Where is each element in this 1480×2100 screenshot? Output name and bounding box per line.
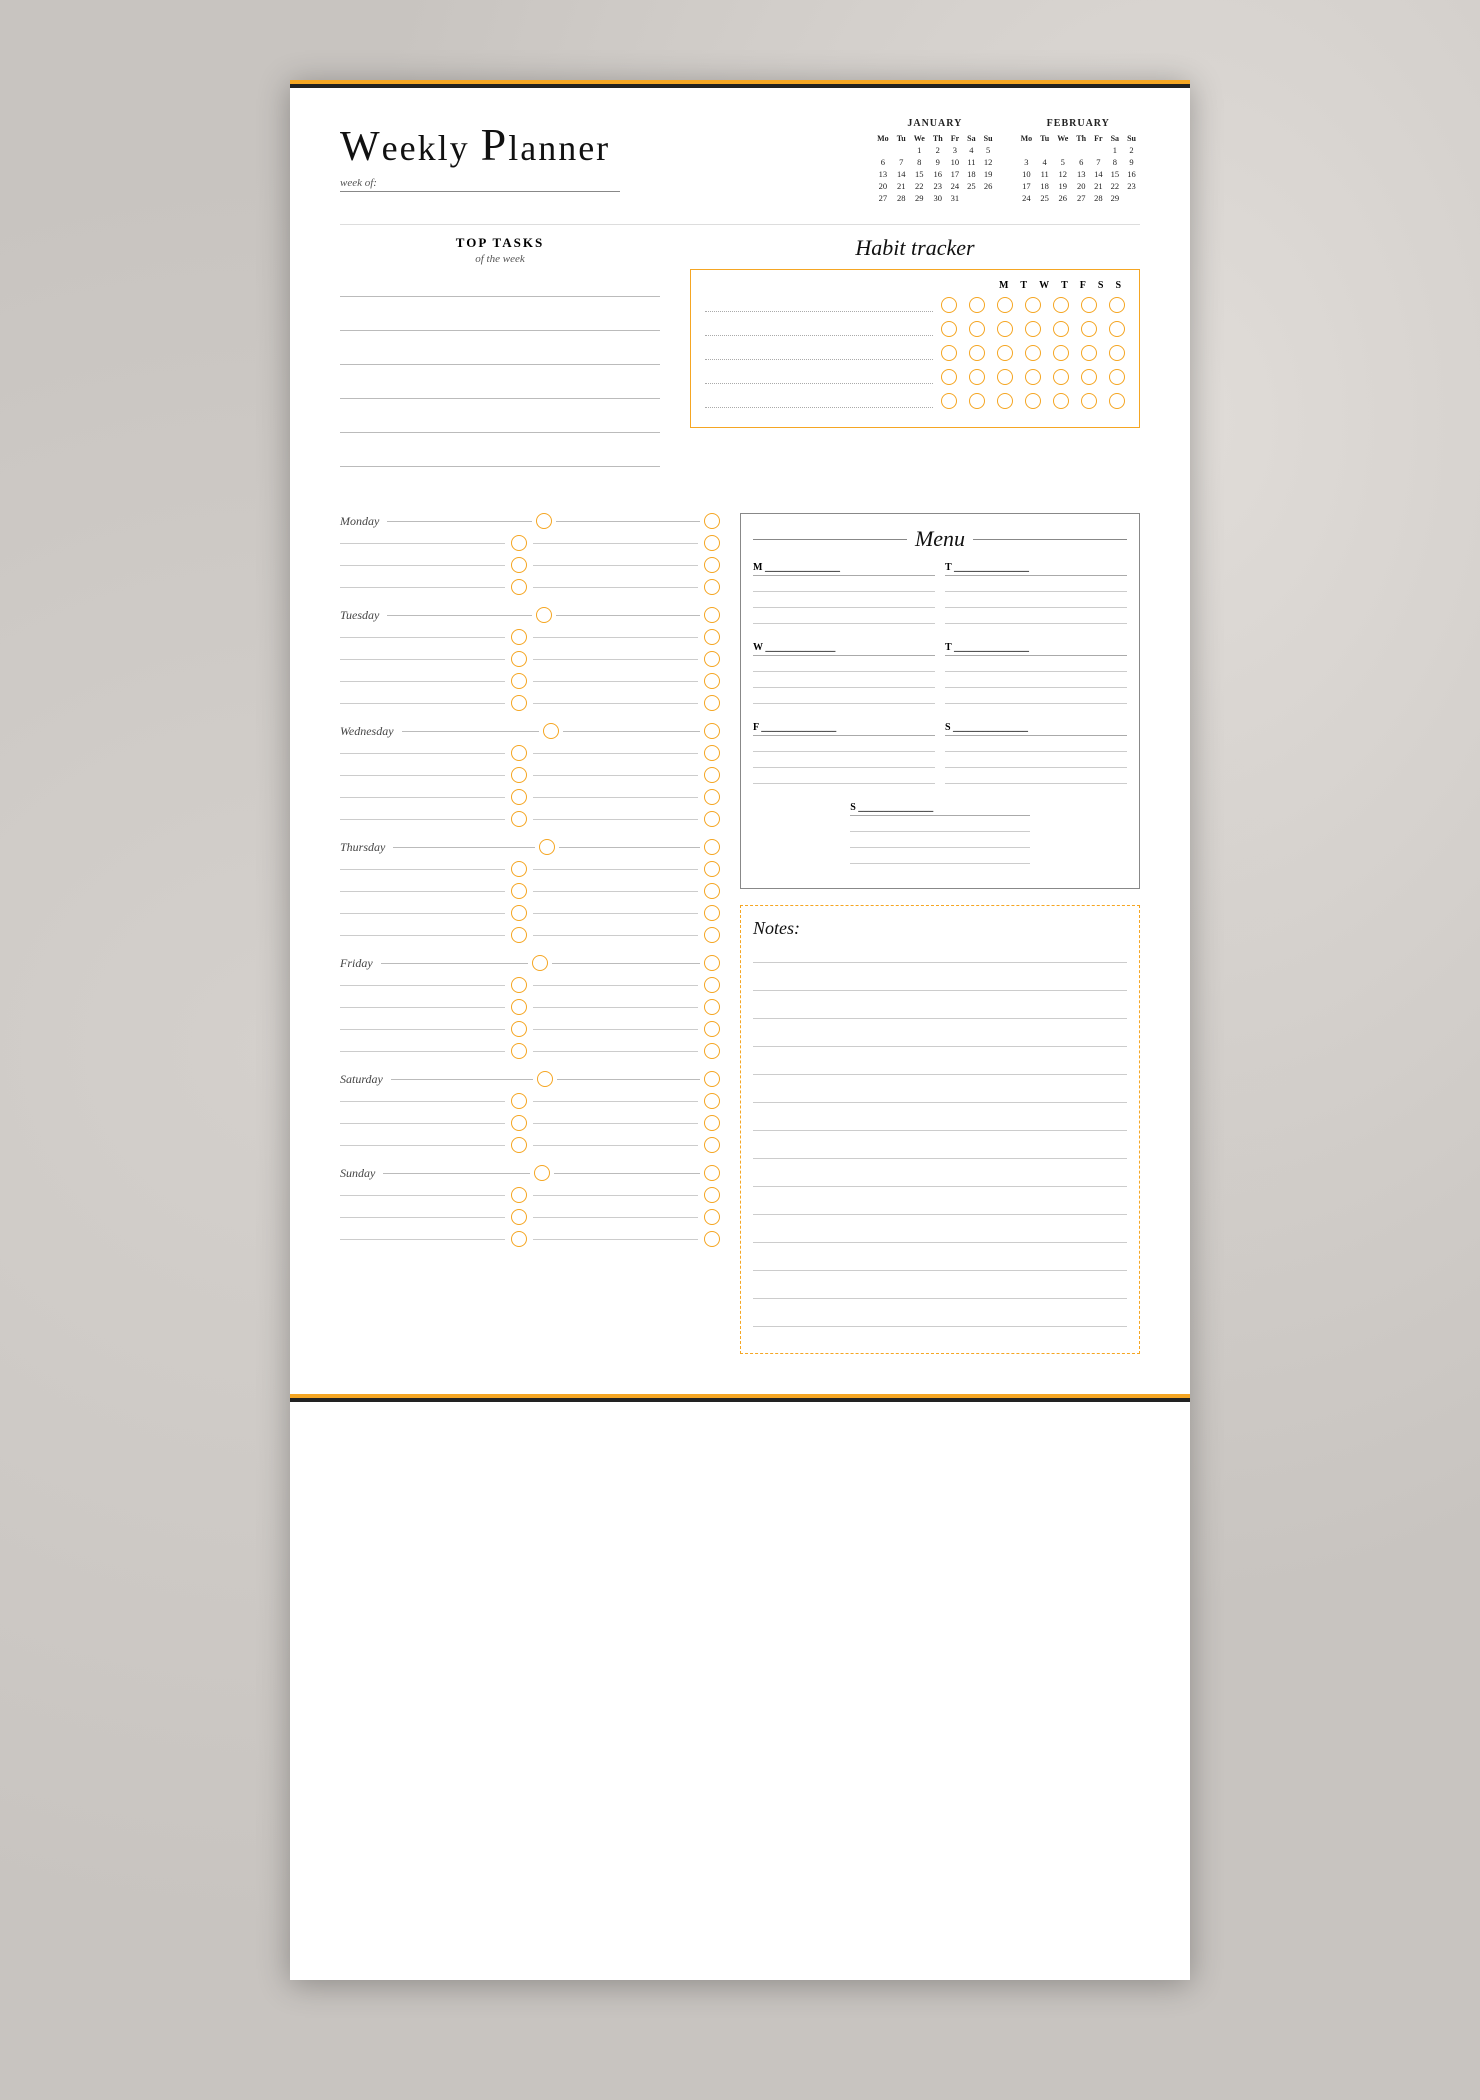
monday-row-2: [340, 557, 720, 573]
habit-tracker-title: Habit tracker: [690, 235, 1140, 261]
tuesday-row-1: [340, 629, 720, 645]
tuesday-circle-header[interactable]: [536, 607, 552, 623]
wednesday-row-4: [340, 811, 720, 827]
habit-row-3: [705, 345, 1125, 361]
menu-box: Menu M _______________ T _______________: [740, 513, 1140, 889]
habit-row-4: [705, 369, 1125, 385]
top-bar: [290, 80, 1190, 88]
february-calendar: FEBRUARY MoTuWeThFrSaSu 12 3456789 10111…: [1017, 118, 1140, 204]
right-column: Menu M _______________ T _______________: [740, 513, 1140, 1354]
top-tasks-title: TOP TASKS: [340, 235, 660, 251]
task-line-2[interactable]: [340, 313, 660, 331]
tuesday-label: Tuesday: [340, 608, 379, 623]
habit-row-5: [705, 393, 1125, 409]
planner-page: Weekly Planner week of: JANUARY MoTuWeTh…: [290, 80, 1190, 1980]
task-line-4[interactable]: [340, 381, 660, 399]
thursday-row-3: [340, 905, 720, 921]
divider: [340, 224, 1140, 225]
thursday-block: Thursday: [340, 839, 720, 943]
habit-header-row: M T W T F S S: [705, 280, 1125, 291]
bottom-bar: [290, 1394, 1190, 1402]
tuesday-block: Tuesday: [340, 607, 720, 711]
task-line-6[interactable]: [340, 449, 660, 467]
monday-task-circle-1[interactable]: [511, 535, 527, 551]
thursday-row-4: [340, 927, 720, 943]
friday-row-2: [340, 999, 720, 1015]
friday-row-3: [340, 1021, 720, 1037]
tuesday-row-4: [340, 695, 720, 711]
habit-row-1: [705, 297, 1125, 313]
main-schedule: Monday: [340, 513, 1140, 1354]
friday-row-4: [340, 1043, 720, 1059]
calendars-block: JANUARY MoTuWeThFrSaSu 12345 6789101112 …: [873, 118, 1140, 204]
tuesday-row-2: [340, 651, 720, 667]
title-block: Weekly Planner week of:: [340, 118, 680, 192]
friday-label: Friday: [340, 956, 373, 971]
monday-task-circle-3[interactable]: [511, 579, 527, 595]
monday-row-1: [340, 535, 720, 551]
sunday-row-3: [340, 1231, 720, 1247]
menu-friday: F _______________: [753, 722, 935, 788]
monday-block: Monday: [340, 513, 720, 595]
notes-title: Notes:: [753, 918, 1127, 939]
top-tasks-subtitle: of the week: [340, 253, 660, 265]
monday-label: Monday: [340, 514, 379, 529]
tuesday-row-3: [340, 673, 720, 689]
week-of-line[interactable]: week of:: [340, 177, 620, 192]
monday-row-3: [340, 579, 720, 595]
thursday-label: Thursday: [340, 840, 385, 855]
wednesday-row-3: [340, 789, 720, 805]
task-line-5[interactable]: [340, 415, 660, 433]
menu-monday: M _______________: [753, 562, 935, 628]
header-section: Weekly Planner week of: JANUARY MoTuWeTh…: [340, 118, 1140, 204]
page-title: Weekly Planner: [340, 118, 680, 171]
saturday-row-1: [340, 1093, 720, 1109]
wednesday-block: Wednesday: [340, 723, 720, 827]
menu-title: Menu: [753, 526, 1127, 552]
task-line-3[interactable]: [340, 347, 660, 365]
sunday-block: Sunday: [340, 1165, 720, 1247]
tuesday-circle-header-end[interactable]: [704, 607, 720, 623]
menu-thursday: T _______________: [945, 642, 1127, 708]
monday-task-circle-2[interactable]: [511, 557, 527, 573]
menu-wednesday: W ______________: [753, 642, 935, 708]
task-line-1[interactable]: [340, 279, 660, 297]
monday-circle-header-end[interactable]: [704, 513, 720, 529]
monday-end-circle-1[interactable]: [704, 535, 720, 551]
saturday-label: Saturday: [340, 1072, 383, 1087]
habit-tracker-inner: M T W T F S S: [690, 269, 1140, 428]
february-title: FEBRUARY: [1017, 118, 1140, 129]
wednesday-row-1: [340, 745, 720, 761]
monday-circle-header[interactable]: [536, 513, 552, 529]
menu-tuesday: T _______________: [945, 562, 1127, 628]
sunday-label: Sunday: [340, 1166, 375, 1181]
habit-row-2: [705, 321, 1125, 337]
menu-grid: M _______________ T _______________: [753, 562, 1127, 796]
habit-tracker-block: Habit tracker M T W T F S S: [690, 235, 1140, 483]
sunday-row-2: [340, 1209, 720, 1225]
top-tasks-block: TOP TASKS of the week: [340, 235, 660, 483]
notes-box: Notes:: [740, 905, 1140, 1354]
friday-block: Friday: [340, 955, 720, 1059]
january-calendar: JANUARY MoTuWeThFrSaSu 12345 6789101112 …: [873, 118, 996, 204]
days-column: Monday: [340, 513, 720, 1354]
menu-saturday: S _______________: [945, 722, 1127, 788]
thursday-row-2: [340, 883, 720, 899]
january-title: JANUARY: [873, 118, 996, 129]
monday-end-circle-3[interactable]: [704, 579, 720, 595]
thursday-row-1: [340, 861, 720, 877]
saturday-block: Saturday: [340, 1071, 720, 1153]
wednesday-label: Wednesday: [340, 724, 394, 739]
menu-sunday: S _______________: [850, 802, 1030, 868]
friday-row-1: [340, 977, 720, 993]
sunday-row-1: [340, 1187, 720, 1203]
wednesday-row-2: [340, 767, 720, 783]
monday-end-circle-2[interactable]: [704, 557, 720, 573]
saturday-row-3: [340, 1137, 720, 1153]
tasks-habit-row: TOP TASKS of the week Habit tracker M T …: [340, 235, 1140, 483]
saturday-row-2: [340, 1115, 720, 1131]
